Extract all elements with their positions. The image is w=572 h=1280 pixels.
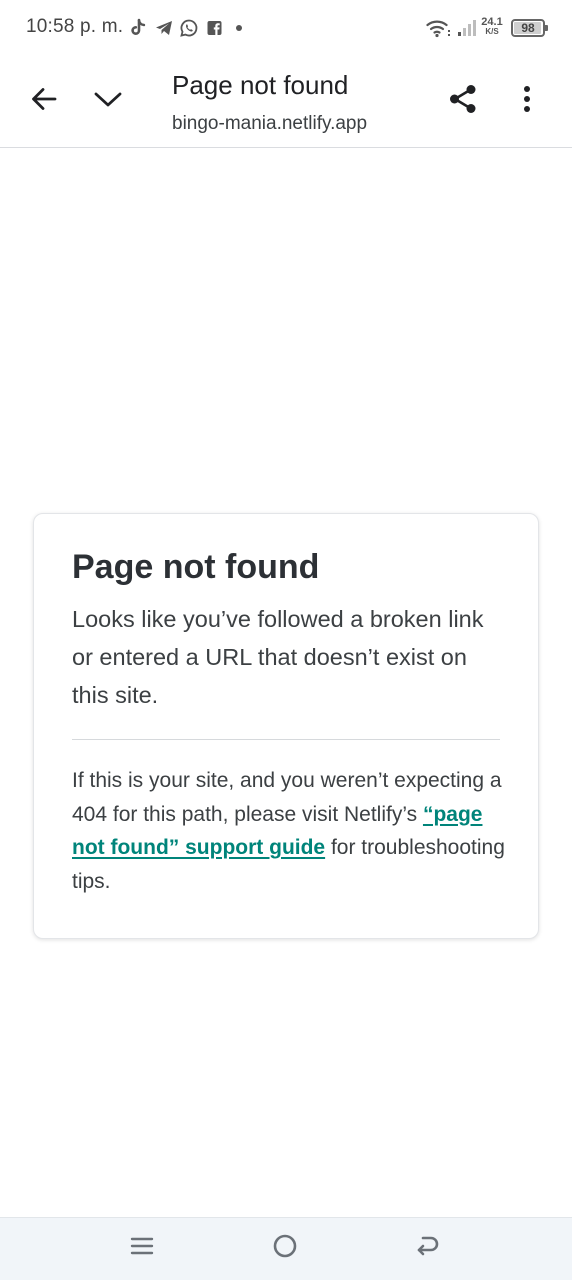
collapse-button[interactable]	[86, 79, 130, 123]
card-help-text: If this is your site, and you weren’t ex…	[72, 764, 512, 898]
network-speed-unit: K/S	[485, 27, 499, 36]
battery-level: 98	[521, 21, 535, 35]
card-title: Page not found	[72, 548, 320, 586]
whatsapp-icon	[179, 18, 199, 38]
tiktok-icon	[128, 18, 148, 38]
status-time: 10:58 p. m.	[26, 16, 124, 37]
home-circle-icon	[272, 1233, 298, 1264]
card-description: Looks like you’ve followed a broken link…	[72, 606, 484, 708]
facebook-icon	[205, 18, 225, 38]
more-options-button[interactable]	[505, 79, 549, 123]
more-notifications-dot	[236, 25, 242, 31]
chevron-down-icon	[93, 89, 123, 114]
battery-icon: 98	[511, 19, 548, 37]
recent-apps-button[interactable]	[122, 1228, 162, 1268]
menu-lines-icon	[130, 1234, 154, 1263]
back-button[interactable]	[22, 79, 66, 123]
signal-icon	[456, 18, 478, 38]
card-divider	[72, 739, 500, 740]
system-nav-bar	[0, 1217, 572, 1280]
share-button[interactable]	[441, 79, 485, 123]
back-arrow-icon	[30, 85, 58, 118]
system-back-button[interactable]	[408, 1228, 448, 1268]
not-found-card: Page not found Looks like you’ve followe…	[33, 513, 539, 939]
more-vert-icon	[522, 84, 532, 119]
page-url[interactable]: bingo-mania.netlify.app	[172, 113, 367, 135]
browser-toolbar: Page not found bingo-mania.netlify.app	[0, 58, 572, 148]
wifi-icon	[426, 18, 452, 38]
share-icon	[447, 83, 479, 120]
status-bar: 10:58 p. m. 24.1 K/S 98	[0, 0, 572, 58]
network-speed: 24.1 K/S	[480, 17, 504, 37]
telegram-icon	[154, 18, 174, 38]
home-button[interactable]	[265, 1228, 305, 1268]
page-title: Page not found	[172, 70, 349, 100]
back-nav-icon	[415, 1233, 441, 1264]
